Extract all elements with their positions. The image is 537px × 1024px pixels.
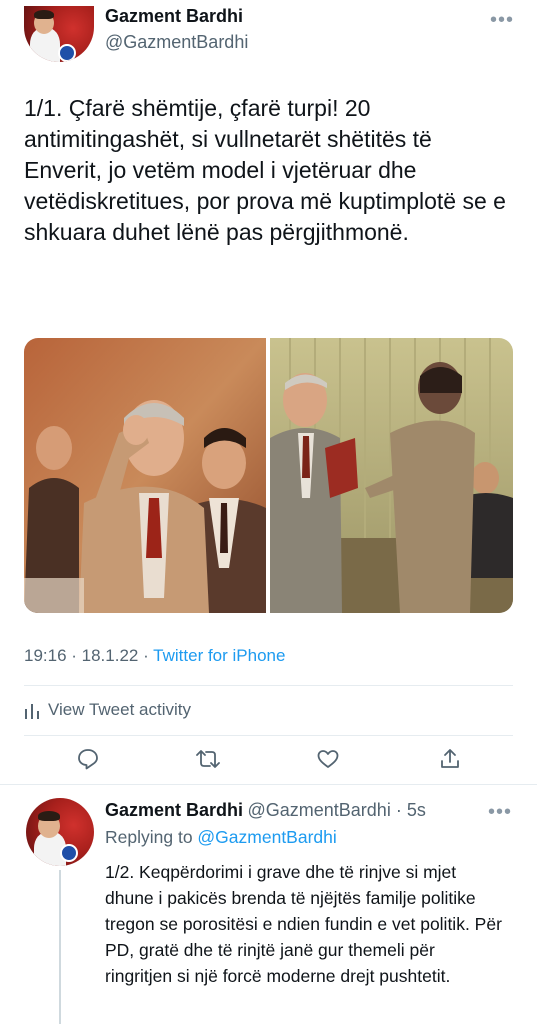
retweet-button[interactable]	[190, 742, 226, 776]
reply-header: Gazment Bardhi @GazmentBardhi · 5s	[105, 800, 426, 821]
timestamp-text[interactable]: 19:16 · 18.1.22 ·	[24, 646, 153, 665]
divider	[0, 784, 537, 785]
bar-chart-icon	[25, 704, 39, 719]
author-name[interactable]: Gazment Bardhi	[105, 6, 243, 27]
reply-icon	[78, 749, 98, 770]
author-avatar[interactable]	[24, 6, 94, 62]
more-horizontal-icon[interactable]: •••	[490, 10, 514, 30]
view-tweet-activity-button[interactable]: View Tweet activity	[24, 700, 191, 720]
view-tweet-activity-label: View Tweet activity	[48, 700, 191, 719]
reply-button[interactable]	[70, 742, 106, 776]
reply-author-handle[interactable]: @GazmentBardhi · 5s	[247, 800, 425, 820]
divider	[24, 685, 513, 686]
tweet-source-link[interactable]: Twitter for iPhone	[153, 646, 285, 665]
divider	[24, 735, 513, 736]
tweet-text: 1/1. Çfarë shëmtije, çfarë turpi! 20 ant…	[24, 95, 506, 245]
replying-prefix: Replying to	[105, 827, 198, 847]
photo-left[interactable]	[24, 338, 266, 613]
replying-handle-link[interactable]: @GazmentBardhi	[197, 827, 336, 847]
like-icon	[317, 750, 339, 768]
retweet-icon	[196, 750, 220, 768]
thread-line	[59, 870, 61, 1024]
reply-author-name[interactable]: Gazment Bardhi	[105, 800, 243, 820]
reply-text: 1/2. Keqpërdorimi i grave dhe të rinjve …	[105, 862, 502, 986]
tweet-timestamp: 19:16 · 18.1.22 · Twitter for iPhone	[24, 646, 285, 666]
share-button[interactable]	[432, 742, 468, 776]
photo-right[interactable]	[270, 338, 513, 613]
tweet-photo-grid	[24, 338, 513, 613]
like-button[interactable]	[310, 742, 346, 776]
replying-to: Replying to @GazmentBardhi	[105, 827, 337, 848]
more-horizontal-icon[interactable]: •••	[488, 802, 512, 822]
reply-author-avatar[interactable]	[26, 798, 94, 866]
author-handle[interactable]: @GazmentBardhi	[105, 32, 248, 53]
share-icon	[441, 749, 459, 768]
